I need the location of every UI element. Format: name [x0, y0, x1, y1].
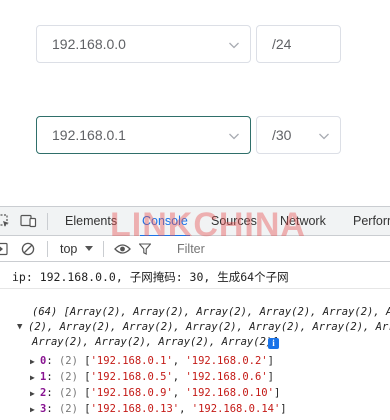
entry-second-ip: '192.168.0.2' — [185, 355, 268, 367]
devtools-tabbar: Elements Console Sources Network Perform — [0, 207, 390, 237]
entry-second-ip: '192.168.0.14' — [191, 403, 281, 415]
info-icon[interactable]: i — [268, 338, 279, 349]
mask-input-value: /24 — [272, 36, 292, 52]
tab-performance[interactable]: Perform — [353, 207, 390, 236]
tab-console[interactable]: Console — [140, 207, 190, 237]
expand-arrow-icon[interactable]: ▼ — [17, 322, 22, 332]
caret-down-icon — [85, 246, 93, 251]
entry-second-ip: '192.168.0.10' — [185, 387, 274, 399]
array-entry-row[interactable]: 0: (2) ['192.168.0.1', '192.168.0.2'] — [40, 355, 274, 367]
entry-first-ip: '192.168.0.1' — [90, 355, 173, 367]
array-entry-row[interactable]: 3: (2) ['192.168.0.13', '192.168.0.14'] — [40, 403, 287, 415]
chevron-down-icon — [319, 133, 329, 140]
mask-select-value: /30 — [272, 127, 292, 143]
tab-sources[interactable]: Sources — [211, 207, 257, 236]
mask-select[interactable]: /30 — [256, 116, 341, 154]
entry-length: (2) — [58, 371, 78, 383]
chevron-down-icon — [229, 133, 239, 140]
mask-input[interactable]: /24 — [256, 25, 341, 63]
console-message-divider — [0, 288, 390, 289]
array-summary-line-1[interactable]: (64) [Array(2), Array(2), Array(2), Arra… — [32, 306, 390, 318]
entry-length: (2) — [58, 403, 78, 415]
entry-second-ip: '192.168.0.6' — [185, 371, 268, 383]
eye-icon[interactable] — [114, 243, 131, 255]
ip-select-1-value: 192.168.0.0 — [52, 36, 126, 52]
console-output: ip: 192.168.0.0, 子网掩码: 30, 生成64个子网 (64) … — [0, 262, 390, 420]
array-entry-row[interactable]: 1: (2) ['192.168.0.5', '192.168.0.6'] — [40, 371, 274, 383]
expand-arrow-icon[interactable]: ▶ — [30, 389, 35, 398]
entry-first-ip: '192.168.0.5' — [90, 371, 173, 383]
device-toolbar-icon[interactable] — [20, 214, 37, 228]
tab-network[interactable]: Network — [280, 207, 326, 236]
filter-icon — [139, 243, 151, 255]
entry-first-ip: '192.168.0.9' — [90, 387, 173, 399]
inspect-element-icon[interactable] — [0, 214, 10, 228]
entry-length: (2) — [58, 387, 78, 399]
filter-input[interactable]: Filter — [177, 236, 205, 262]
tab-separator — [47, 213, 48, 230]
array-summary-line-3[interactable]: Array(2), Array(2), Array(2), Array(2)] — [32, 336, 279, 348]
array-entry-row[interactable]: 2: (2) ['192.168.0.9', '192.168.0.10'] — [40, 387, 280, 399]
sidebar-toggle-icon[interactable] — [0, 242, 9, 256]
console-log-message: ip: 192.168.0.0, 子网掩码: 30, 生成64个子网 — [12, 270, 289, 284]
tab-elements[interactable]: Elements — [65, 207, 117, 236]
clear-console-icon[interactable] — [21, 242, 35, 256]
expand-arrow-icon[interactable]: ▶ — [30, 373, 35, 382]
context-selector-label: top — [60, 242, 78, 256]
chevron-down-icon — [229, 42, 239, 49]
console-toolbar: top Filter — [0, 236, 390, 262]
ip-select-2[interactable]: 192.168.0.1 — [36, 116, 251, 154]
toolbar-separator — [103, 241, 104, 257]
ip-select-2-value: 192.168.0.1 — [52, 127, 126, 143]
entry-first-ip: '192.168.0.13' — [90, 403, 180, 415]
devtools-panel: Elements Console Sources Network Perform… — [0, 206, 390, 420]
expand-arrow-icon[interactable]: ▶ — [30, 357, 35, 366]
ip-select-1[interactable]: 192.168.0.0 — [36, 25, 251, 63]
expand-arrow-icon[interactable]: ▶ — [30, 405, 35, 414]
context-selector[interactable]: top — [60, 236, 77, 262]
entry-length: (2) — [58, 355, 78, 367]
array-summary-line-2[interactable]: (2), Array(2), Array(2), Array(2), Array… — [28, 321, 390, 333]
toolbar-separator — [47, 241, 48, 257]
